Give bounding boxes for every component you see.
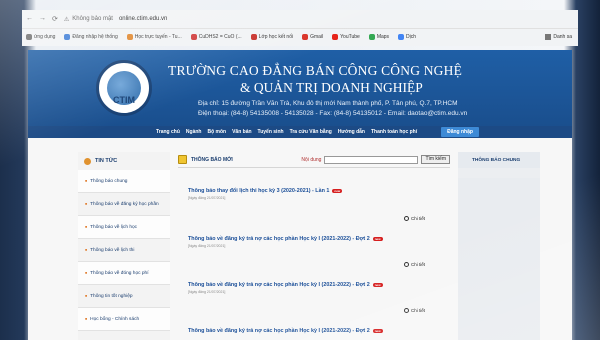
news-item: Thông báo về đăng ký trả nợ các học phần… [188, 236, 428, 248]
sidebar-item-class-schedule[interactable]: Thông báo về lịch học [78, 216, 170, 239]
news-date: [Ngày đăng 21/07/2021] [188, 244, 226, 248]
news-heading: THÔNG BÁO MỚI [191, 156, 233, 163]
sidebar-item-general[interactable]: Thông báo chung [78, 170, 170, 193]
sidebar-item-tuition[interactable]: Thông báo về đóng học phí [78, 262, 170, 285]
new-badge: new [372, 328, 383, 333]
news-title[interactable]: Thông báo về đăng ký trả nợ các học phần… [188, 282, 370, 288]
address-bar[interactable]: ← → ⟳ ⚠ Không bảo mật online.ctim.edu.vn [22, 10, 578, 28]
sidebar-item-course-registration[interactable]: Thông báo về đăng ký học phần [78, 193, 170, 216]
bullet-icon [84, 157, 91, 165]
detail-link[interactable]: Chi tiết [404, 262, 425, 267]
sidebar-item-graduation[interactable]: Thông tin tốt nghiệp [78, 285, 170, 308]
security-label[interactable]: Không bảo mật [72, 16, 113, 22]
logo-text: CTIM [113, 95, 135, 105]
menu-item-tuition-payment[interactable]: Thanh toán học phí [371, 129, 417, 135]
menu-item-guide[interactable]: Hướng dẫn [338, 129, 365, 135]
magnifier-icon [404, 262, 409, 267]
menu-item-majors[interactable]: Ngành [186, 129, 202, 135]
page-icon [250, 33, 257, 40]
back-icon[interactable]: ← [26, 15, 33, 23]
bookmark-online-learning[interactable]: Học trực tuyến - Tu... [126, 33, 182, 40]
news-icon [178, 155, 187, 164]
new-badge: new [332, 188, 343, 193]
school-name-line2: & QUẢN TRỊ DOANH NGHIỆP [240, 80, 423, 95]
main-menu: Trang chủ Ngành Bộ môn Văn bản Tuyển sin… [28, 126, 572, 138]
general-notices-heading: THÔNG BÁO CHUNG [458, 152, 540, 168]
news-item: Thông báo thay đổi lịch thi học kỳ 3 (20… [188, 188, 428, 200]
sidebar-item-scholarship[interactable]: Học bổng - Chính sách [78, 308, 170, 331]
youtube-icon [332, 33, 339, 40]
news-item: Thông báo về đăng ký trả nợ các học phần… [188, 328, 428, 334]
bookmark-list[interactable]: Danh sa [545, 33, 572, 40]
warning-icon: ⚠ [63, 16, 70, 23]
site-banner: CTIM TRƯỜNG CAO ĐẲNG BÁN CÔNG CÔNG NGHỆ … [28, 50, 572, 126]
bookmarks-bar: ứng dụng Đăng nhập hệ thống Học trực tuy… [22, 28, 578, 44]
bookmark-translate[interactable]: Dịch [398, 33, 416, 40]
school-logo[interactable]: CTIM [96, 60, 152, 116]
bookmark-chemistry[interactable]: CuDHS2 = CuO (... [190, 33, 242, 40]
school-contact: Điện thoại: (84-8) 54135008 - 54135028 -… [198, 110, 468, 117]
magnifier-icon [404, 216, 409, 221]
bookmark-maps[interactable]: Maps [368, 33, 389, 40]
news-date: [Ngày đăng 21/07/2021] [188, 196, 226, 200]
menu-item-home[interactable]: Trang chủ [156, 129, 180, 135]
menu-item-documents[interactable]: Văn bản [232, 129, 251, 135]
magnifier-icon [404, 308, 409, 313]
nav-buttons: ← → ⟳ [26, 15, 58, 23]
news-header: THÔNG BÁO MỚI Nội dung Tìm kiếm [178, 152, 450, 168]
bookmark-youtube[interactable]: YouTube [332, 33, 360, 40]
menu-item-departments[interactable]: Bộ môn [207, 129, 226, 135]
login-button[interactable]: Đăng nhập [441, 127, 479, 137]
maps-icon [368, 33, 375, 40]
bookmark-gmail[interactable]: Gmail [302, 33, 323, 40]
bookmark-login[interactable]: Đăng nhập hệ thống [64, 33, 118, 40]
sidebar-list: Thông báo chung Thông báo về đăng ký học… [78, 170, 170, 331]
page-content: TIN TỨC Thông báo chung Thông báo về đăn… [28, 138, 572, 340]
news-date: [Ngày đăng 21/07/2021] [188, 290, 226, 294]
search-label: Nội dung [301, 156, 322, 163]
page-icon [126, 33, 133, 40]
news-item: Thông báo về đăng ký trả nợ các học phần… [188, 282, 428, 294]
page-icon [190, 33, 197, 40]
news-main: THÔNG BÁO MỚI Nội dung Tìm kiếm Thông bá… [178, 152, 450, 340]
school-name-line1: TRƯỜNG CAO ĐẲNG BÁN CÔNG CÔNG NGHỆ [168, 63, 463, 78]
apps-icon [26, 33, 32, 40]
bookmark-apps[interactable]: ứng dụng [26, 33, 55, 40]
sidebar-heading: TIN TỨC [78, 152, 170, 170]
list-icon [545, 33, 552, 40]
search-button[interactable]: Tìm kiếm [421, 155, 450, 164]
browser-chrome: ← → ⟳ ⚠ Không bảo mật online.ctim.edu.vn… [22, 10, 578, 46]
new-badge: new [372, 236, 383, 241]
globe-icon [64, 33, 71, 40]
news-title[interactable]: Thông báo về đăng ký trả nợ các học phần… [188, 328, 370, 334]
search-input[interactable] [324, 155, 419, 164]
detail-link[interactable]: Chi tiết [404, 216, 425, 221]
news-title[interactable]: Thông báo về đăng ký trả nợ các học phần… [188, 236, 370, 242]
general-notices-panel: THÔNG BÁO CHUNG [458, 152, 540, 340]
bookmark-class[interactable]: Lớp học kết nối [250, 33, 293, 40]
new-badge: new [372, 282, 383, 287]
general-notices-body [458, 178, 540, 340]
school-address: Địa chỉ: 15 đường Trần Văn Trà, Khu đô t… [198, 100, 458, 107]
translate-icon [398, 33, 405, 40]
detail-link[interactable]: Chi tiết [404, 308, 425, 313]
forward-icon[interactable]: → [39, 15, 46, 23]
menu-item-diploma-lookup[interactable]: Tra cứu Văn bằng [290, 129, 332, 135]
news-sidebar: TIN TỨC Thông báo chung Thông báo về đăn… [78, 152, 170, 340]
sidebar-item-exam-schedule[interactable]: Thông báo về lịch thi [78, 239, 170, 262]
gmail-icon [302, 33, 309, 40]
menu-item-admissions[interactable]: Tuyển sinh [258, 129, 284, 135]
news-title[interactable]: Thông báo thay đổi lịch thi học kỳ 3 (20… [188, 188, 329, 194]
url-text[interactable]: online.ctim.edu.vn [119, 16, 167, 22]
reload-icon[interactable]: ⟳ [52, 15, 58, 23]
